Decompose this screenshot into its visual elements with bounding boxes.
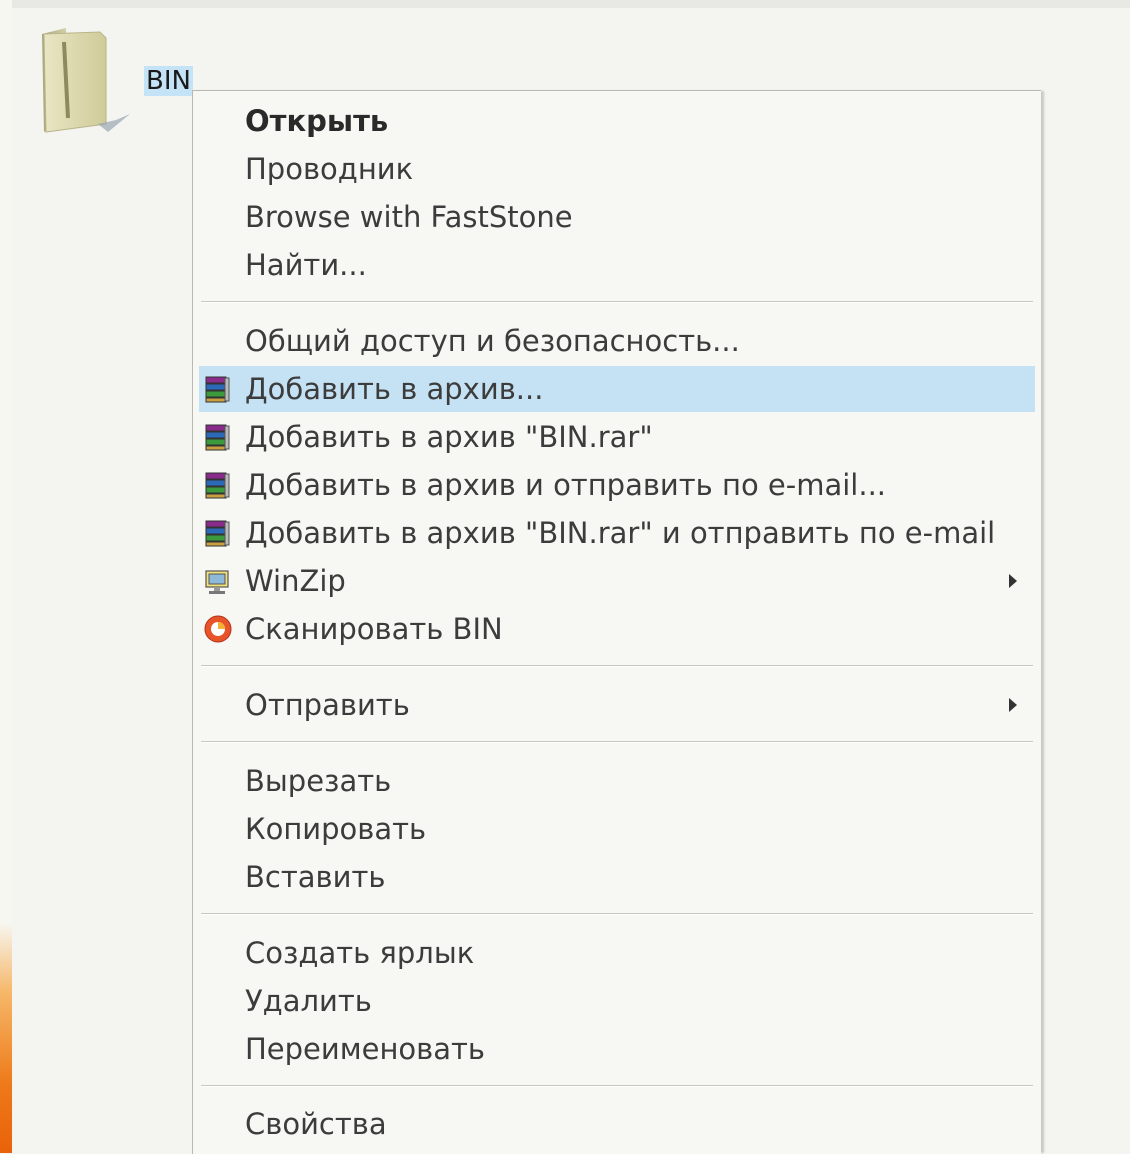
menu-item-label: Открыть [245,104,389,138]
menu-item-label: Копировать [245,812,427,846]
submenu-arrow-icon [1009,574,1017,588]
menu-item-label: Browse with FastStone [245,200,573,234]
menu-item-label: Вырезать [245,764,392,798]
menu-separator [201,665,1033,667]
menu-item-sharing-security[interactable]: Общий доступ и безопасность... [199,318,1035,364]
winrar-icon [205,520,230,547]
menu-item-label: Найти... [245,248,367,282]
menu-item-rename[interactable]: Переименовать [199,1026,1035,1072]
window-top-edge [0,0,1130,8]
window-left-edge [0,0,12,1153]
menu-item-delete[interactable]: Удалить [199,978,1035,1024]
menu-item-label: Добавить в архив "BIN.rar" [245,420,653,454]
menu-item-label: WinZip [245,564,346,598]
winrar-icon [205,472,230,499]
folder-name-label[interactable]: BIN [144,66,193,96]
menu-item-create-shortcut[interactable]: Создать ярлык [199,930,1035,976]
menu-item-label: Вставить [245,860,386,894]
menu-item-add-to-archive[interactable]: Добавить в архив... [199,366,1035,412]
menu-item-winzip[interactable]: WinZip [199,558,1035,604]
menu-separator [201,741,1033,743]
context-menu: Открыть Проводник Browse with FastStone … [192,90,1041,1154]
menu-item-add-bin-rar-email[interactable]: Добавить в архив "BIN.rar" и отправить п… [199,510,1035,556]
menu-item-label: Сканировать BIN [245,612,503,646]
folder-icon[interactable] [38,28,133,136]
menu-item-explorer[interactable]: Проводник [199,146,1035,192]
menu-item-label: Добавить в архив... [245,372,544,406]
menu-separator [201,301,1033,303]
menu-item-label: Переименовать [245,1032,486,1066]
antivirus-scan-icon [204,615,232,643]
menu-item-copy[interactable]: Копировать [199,806,1035,852]
menu-item-label: Общий доступ и безопасность... [245,324,740,358]
menu-item-label: Добавить в архив "BIN.rar" и отправить п… [245,516,996,550]
menu-item-label: Отправить [245,688,410,722]
menu-separator [201,913,1033,915]
menu-separator [201,1085,1033,1087]
menu-item-search[interactable]: Найти... [199,242,1035,288]
menu-item-label: Добавить в архив и отправить по e-mail..… [245,468,887,502]
menu-item-properties[interactable]: Свойства [199,1101,1035,1147]
menu-item-cut[interactable]: Вырезать [199,758,1035,804]
menu-item-open[interactable]: Открыть [199,98,1035,144]
menu-item-scan-bin[interactable]: Сканировать BIN [199,606,1035,652]
menu-item-add-to-bin-rar[interactable]: Добавить в архив "BIN.rar" [199,414,1035,460]
menu-item-label: Проводник [245,152,414,186]
menu-item-label: Создать ярлык [245,936,475,970]
menu-item-label: Свойства [245,1107,387,1141]
menu-item-label: Удалить [245,984,372,1018]
winrar-icon [205,424,230,451]
winzip-icon [205,570,229,594]
menu-item-send-to[interactable]: Отправить [199,682,1035,728]
submenu-arrow-icon [1009,698,1017,712]
menu-item-browse-faststone[interactable]: Browse with FastStone [199,194,1035,240]
menu-item-paste[interactable]: Вставить [199,854,1035,900]
winrar-icon [205,376,230,403]
menu-item-add-archive-email[interactable]: Добавить в архив и отправить по e-mail..… [199,462,1035,508]
